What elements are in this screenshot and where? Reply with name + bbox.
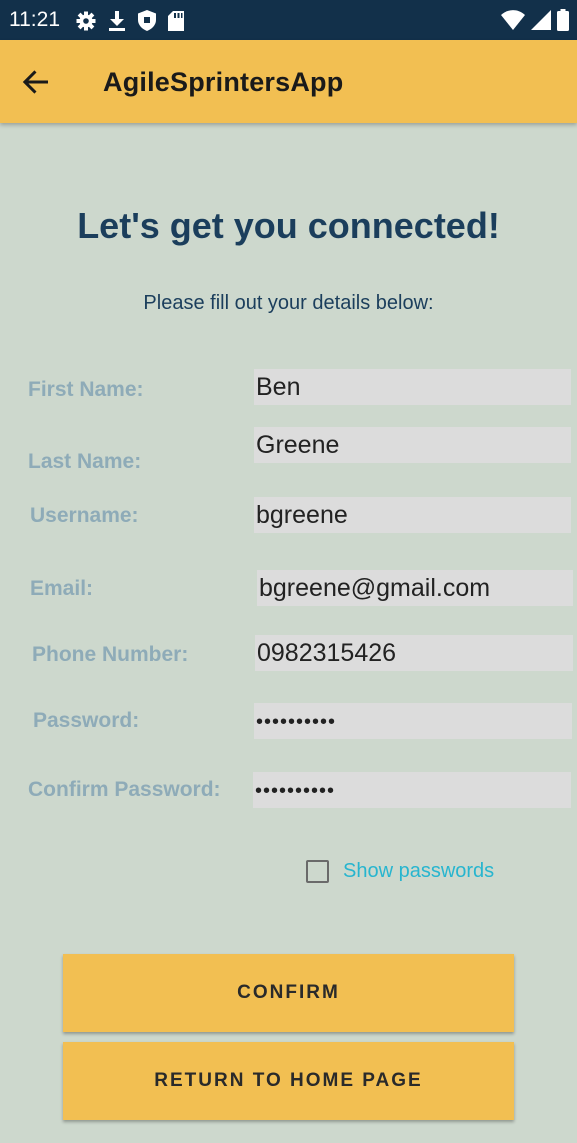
confirm-password-field[interactable]: ••••••••••	[253, 772, 571, 808]
shield-icon	[138, 10, 156, 31]
status-icons-right	[501, 9, 569, 31]
sd-card-icon	[168, 10, 184, 31]
show-passwords-label[interactable]: Show passwords	[343, 860, 494, 883]
wifi-icon	[501, 10, 525, 30]
status-bar: 11:21	[0, 0, 577, 40]
last-name-field[interactable]: Greene	[254, 427, 571, 463]
battery-icon	[557, 9, 569, 31]
first-name-field[interactable]: Ben	[254, 369, 571, 405]
password-label: Password:	[33, 709, 140, 732]
arrow-left-icon	[22, 70, 48, 94]
return-home-button[interactable]: RETURN TO HOME PAGE	[63, 1042, 514, 1120]
page-heading: Let's get you connected!	[77, 205, 500, 246]
page-subheading: Please fill out your details below:	[143, 292, 434, 314]
download-icon	[109, 10, 125, 31]
username-label: Username:	[30, 504, 139, 527]
back-button[interactable]	[18, 64, 54, 100]
email-field[interactable]: bgreene@gmail.com	[257, 570, 573, 606]
phone-number-field[interactable]: 0982315426	[255, 635, 573, 671]
app-bar: AgileSprintersApp	[0, 40, 577, 123]
last-name-label: Last Name:	[28, 450, 142, 473]
status-icons-left	[76, 10, 184, 31]
app-title: AgileSprintersApp	[103, 67, 344, 97]
email-label: Email:	[30, 577, 94, 600]
signal-icon	[531, 10, 551, 30]
username-field[interactable]: bgreene	[254, 497, 571, 533]
confirm-button[interactable]: CONFIRM	[63, 954, 514, 1032]
checkbox-box[interactable]	[306, 860, 329, 883]
confirm-password-label: Confirm Password:	[28, 778, 221, 801]
password-field[interactable]: ••••••••••	[254, 703, 572, 739]
first-name-label: First Name:	[28, 378, 144, 401]
status-time: 11:21	[9, 8, 60, 31]
show-passwords-checkbox[interactable]: Show passwords	[306, 860, 494, 883]
gear-icon	[76, 11, 96, 30]
phone-number-label: Phone Number:	[32, 643, 189, 666]
